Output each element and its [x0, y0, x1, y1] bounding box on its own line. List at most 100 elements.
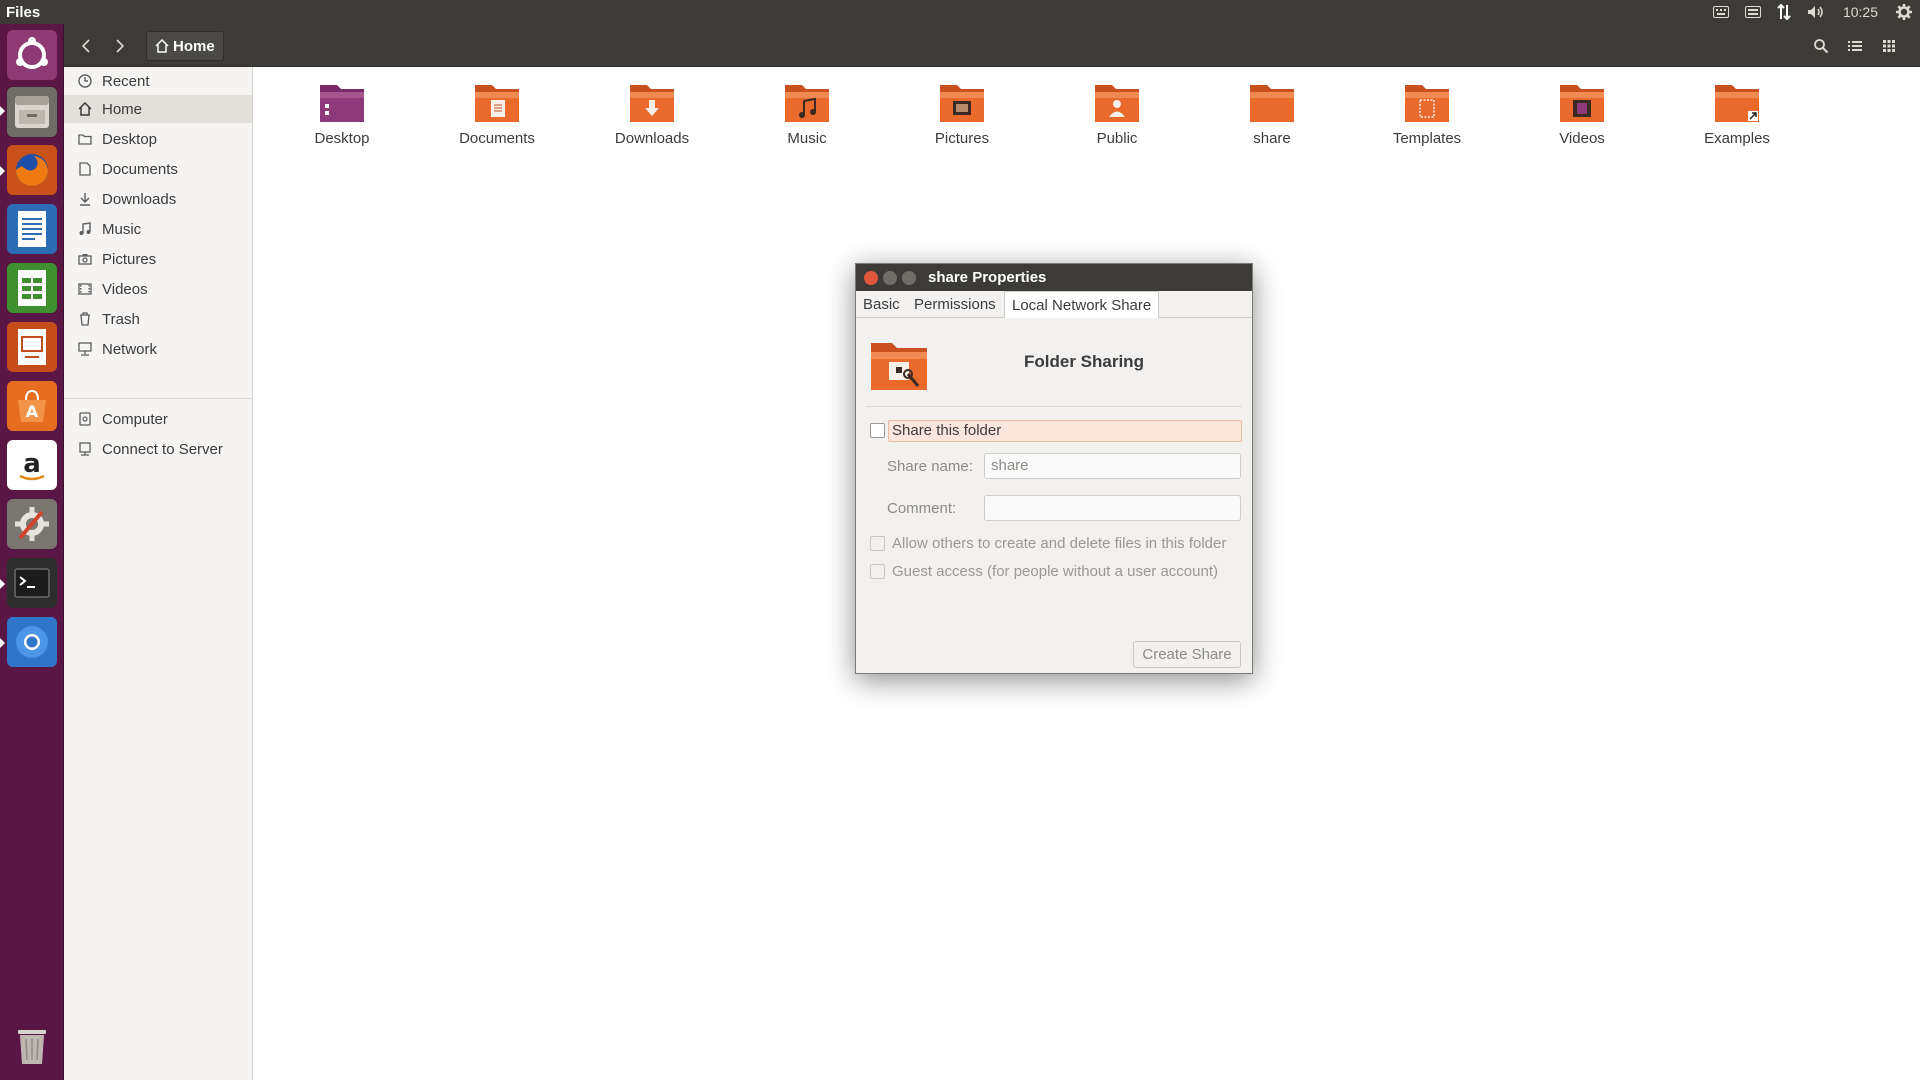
share-this-folder-label: Share this folder: [892, 422, 1002, 439]
path-bar-home[interactable]: Home: [146, 31, 224, 61]
folder-sharing-heading: Folder Sharing: [1024, 352, 1144, 371]
list-view-button[interactable]: [1840, 31, 1870, 61]
system-settings-icon[interactable]: [7, 499, 57, 549]
ubuntu-dash-icon[interactable]: [7, 30, 57, 80]
dialog-title: share Properties: [928, 269, 1047, 286]
minimize-icon[interactable]: [883, 271, 897, 285]
file-item-videos[interactable]: Videos: [1522, 80, 1642, 170]
share-this-folder-row[interactable]: Share this folder: [870, 420, 1242, 442]
sidebar-item-label: Computer: [102, 410, 168, 428]
running-indicator: [0, 166, 5, 176]
sidebar-item-music[interactable]: Music: [64, 215, 252, 243]
file-item-label: Desktop: [314, 130, 370, 147]
sidebar-item-label: Desktop: [102, 130, 158, 148]
allow-others-checkbox[interactable]: [870, 536, 885, 551]
file-item-templates[interactable]: Templates: [1367, 80, 1487, 170]
guest-access-checkbox[interactable]: [870, 564, 885, 579]
dialog-body: Folder Sharing Share this folder Share n…: [856, 318, 1252, 673]
svg-text:a: a: [23, 449, 41, 479]
svg-text:A: A: [26, 402, 39, 421]
app-title: Files: [6, 3, 41, 21]
maximize-icon[interactable]: [902, 271, 916, 285]
templates-folder-icon: [1405, 85, 1449, 122]
clock[interactable]: 10:25: [1833, 4, 1888, 20]
downloads-folder-icon: [630, 85, 674, 122]
sidebar-item-connect-to-server[interactable]: Connect to Server: [64, 435, 252, 463]
folder-icon: [76, 130, 94, 148]
trash-icon: [76, 310, 94, 328]
file-item-downloads[interactable]: Downloads: [592, 80, 712, 170]
sidebar-item-recent[interactable]: Recent: [64, 67, 252, 95]
close-icon[interactable]: [864, 271, 878, 285]
clock-icon: [76, 72, 94, 90]
comment-label: Comment:: [887, 500, 957, 517]
sidebar-separator: [64, 398, 252, 399]
dialog-titlebar: share Properties: [856, 264, 1252, 291]
sidebar-item-home[interactable]: Home: [64, 95, 252, 123]
file-item-pictures[interactable]: Pictures: [902, 80, 1022, 170]
file-item-documents[interactable]: Documents: [437, 80, 557, 170]
music-icon: [76, 220, 94, 238]
software-center-icon[interactable]: A: [7, 381, 57, 431]
volume-icon[interactable]: [1799, 0, 1833, 24]
home-icon: [155, 39, 169, 53]
create-share-button[interactable]: Create Share: [1133, 641, 1241, 668]
share-name-input[interactable]: share: [984, 453, 1241, 479]
network-icon: [76, 340, 94, 358]
sidebar-item-computer[interactable]: Computer: [64, 405, 252, 433]
share-this-folder-checkbox[interactable]: [870, 423, 885, 438]
keyboard-layout-icon[interactable]: [1737, 0, 1769, 24]
tab-permissions[interactable]: Permissions: [907, 291, 1003, 318]
computer-icon: [76, 410, 94, 428]
writer-icon[interactable]: [7, 204, 57, 254]
terminal-icon[interactable]: [7, 558, 57, 608]
running-indicator: [0, 579, 5, 589]
desktop-folder-icon: [320, 85, 364, 122]
grid-view-button[interactable]: [1874, 31, 1904, 61]
gear-icon[interactable]: [1888, 0, 1920, 24]
comment-input[interactable]: [984, 495, 1241, 521]
folder-share-icon: [871, 343, 927, 390]
sidebar-item-pictures[interactable]: Pictures: [64, 245, 252, 273]
launcher: A a: [0, 24, 64, 1080]
file-item-public[interactable]: Public: [1057, 80, 1177, 170]
impress-icon[interactable]: [7, 322, 57, 372]
running-indicator: [0, 638, 5, 648]
file-item-share[interactable]: share: [1212, 80, 1332, 170]
chromium-icon[interactable]: [7, 617, 57, 667]
sidebar-item-trash[interactable]: Trash: [64, 305, 252, 333]
sidebar-item-videos[interactable]: Videos: [64, 275, 252, 303]
file-item-examples[interactable]: Examples: [1677, 80, 1797, 170]
files-icon[interactable]: [7, 87, 57, 137]
back-button[interactable]: [72, 31, 102, 61]
search-button[interactable]: [1806, 31, 1836, 61]
share-properties-dialog: share Properties Basic Permissions Local…: [855, 263, 1253, 674]
network-arrows-icon[interactable]: [1769, 0, 1799, 24]
videos-folder-icon: [1560, 85, 1604, 122]
music-folder-icon: [785, 85, 829, 122]
sidebar: Recent Home Desktop Documents Downloads …: [64, 67, 253, 1080]
file-item-label: Music: [787, 130, 827, 147]
list-view-icon: [1848, 41, 1862, 51]
grid-view-icon: [1883, 40, 1895, 52]
file-item-label: Documents: [459, 130, 535, 147]
trash-icon[interactable]: [7, 1020, 57, 1070]
tab-basic[interactable]: Basic: [856, 291, 907, 318]
share-name-label: Share name:: [887, 458, 973, 475]
tab-local-network-share[interactable]: Local Network Share: [1004, 291, 1160, 319]
sidebar-item-downloads[interactable]: Downloads: [64, 185, 252, 213]
sidebar-item-documents[interactable]: Documents: [64, 155, 252, 183]
calc-icon[interactable]: [7, 263, 57, 313]
file-item-desktop[interactable]: Desktop: [282, 80, 402, 170]
allow-others-label: Allow others to create and delete files …: [892, 535, 1227, 552]
firefox-icon[interactable]: [7, 145, 57, 195]
sidebar-item-network[interactable]: Network: [64, 335, 252, 363]
file-item-label: Examples: [1704, 130, 1770, 147]
toolbar: Home: [64, 24, 1920, 67]
sidebar-item-desktop[interactable]: Desktop: [64, 125, 252, 153]
top-panel: Files 10:25: [0, 0, 1920, 24]
forward-button[interactable]: [104, 31, 134, 61]
file-item-music[interactable]: Music: [747, 80, 867, 170]
amazon-icon[interactable]: a: [7, 440, 57, 490]
keyboard-icon[interactable]: [1705, 0, 1737, 24]
